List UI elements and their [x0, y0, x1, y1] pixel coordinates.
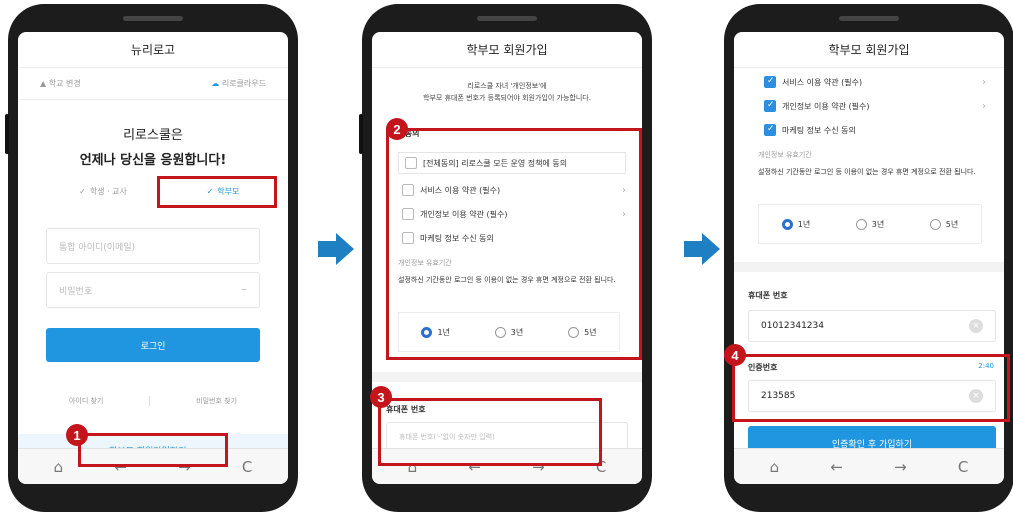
step-badge-3: 3: [370, 386, 392, 408]
password-input[interactable]: 비밀번호 ⌣: [46, 272, 260, 308]
term-marketing[interactable]: 마케팅 정보 수신 동의: [764, 124, 986, 136]
home-icon[interactable]: ⌂: [54, 458, 64, 476]
speaker: [839, 16, 899, 21]
role-student-tab[interactable]: ✓ 학생 · 교사: [48, 176, 158, 206]
notice-line-2: 학부모 휴대폰 번호가 등록되어야 회원가입이 가능합니다.: [423, 94, 591, 102]
clear-icon[interactable]: ×: [969, 319, 983, 333]
step-badge-4: 4: [724, 344, 746, 366]
phone-label: 휴대폰 번호: [748, 291, 788, 300]
step-badge-1: 1: [66, 424, 88, 446]
chevron-right-icon: ›: [982, 76, 986, 88]
chevron-right-icon: ›: [982, 100, 986, 112]
phone-input[interactable]: 01012341234 ×: [748, 310, 996, 342]
retention-desc: 설정하신 기간동안 로그인 등 이용이 없는 경우 휴면 계정으로 전환 됩니다…: [758, 168, 976, 176]
phone-3: 학부모 회원가입 서비스 이용 약관 (필수)› 개인정보 이용 약관 (필수)…: [724, 4, 1013, 512]
cloud-icon: ☁: [211, 79, 220, 88]
period-3y-radio[interactable]: 3년: [855, 218, 884, 230]
back-icon[interactable]: ←: [830, 458, 843, 476]
tab-school-change[interactable]: ▲ 학교 변경: [40, 78, 81, 89]
id-input[interactable]: 통합 아이디(이메일): [46, 228, 260, 264]
home-icon[interactable]: ⌂: [770, 458, 780, 476]
retention-label: 개인정보 유효기간: [758, 151, 812, 159]
refresh-icon[interactable]: C: [958, 458, 968, 476]
term-privacy[interactable]: 개인정보 이용 약관 (필수)›: [764, 100, 986, 112]
speaker: [477, 16, 537, 21]
highlight-code: [732, 354, 1010, 422]
highlight-parent-tab: [157, 176, 277, 208]
highlight-phone: [378, 398, 602, 466]
highlight-signup-link: [78, 433, 228, 467]
forward-icon[interactable]: →: [894, 458, 907, 476]
period-1y-radio[interactable]: 1년: [781, 218, 810, 230]
find-id-link[interactable]: 아이디 찾기: [69, 396, 103, 406]
term-service[interactable]: 서비스 이용 약관 (필수)›: [764, 76, 986, 88]
find-password-link[interactable]: 비밀번호 찾기: [196, 396, 237, 406]
headline-1: 리로스쿨은: [123, 128, 183, 143]
speaker: [123, 16, 183, 21]
period-5y-radio[interactable]: 5년: [929, 218, 958, 230]
login-screen: 뉴리로고 ▲ 학교 변경 ☁ 리로클라우드 리로스쿨은 언제나 당신을 응원합니…: [18, 32, 288, 484]
page-title: 학부모 회원가입: [372, 32, 642, 68]
refresh-icon[interactable]: C: [242, 458, 252, 476]
eye-icon[interactable]: ⌣: [241, 285, 247, 295]
step-badge-2: 2: [386, 118, 408, 140]
tab-riro-cloud[interactable]: ☁ 리로클라우드: [211, 78, 266, 89]
highlight-terms: [386, 128, 642, 360]
top-tabs: ▲ 학교 변경 ☁ 리로클라우드: [18, 68, 288, 100]
notice-line-1: 리로스쿨 자녀 '개인정보'에: [467, 82, 547, 90]
page-title: 학부모 회원가입: [734, 32, 1004, 68]
browser-nav: ⌂ ← → C: [734, 448, 1004, 484]
page-title: 뉴리로고: [18, 32, 288, 68]
login-button[interactable]: 로그인: [46, 328, 260, 362]
period-options: 1년 3년 5년: [758, 204, 982, 244]
headline-2: 언제나 당신을 응원합니다!: [79, 153, 227, 168]
